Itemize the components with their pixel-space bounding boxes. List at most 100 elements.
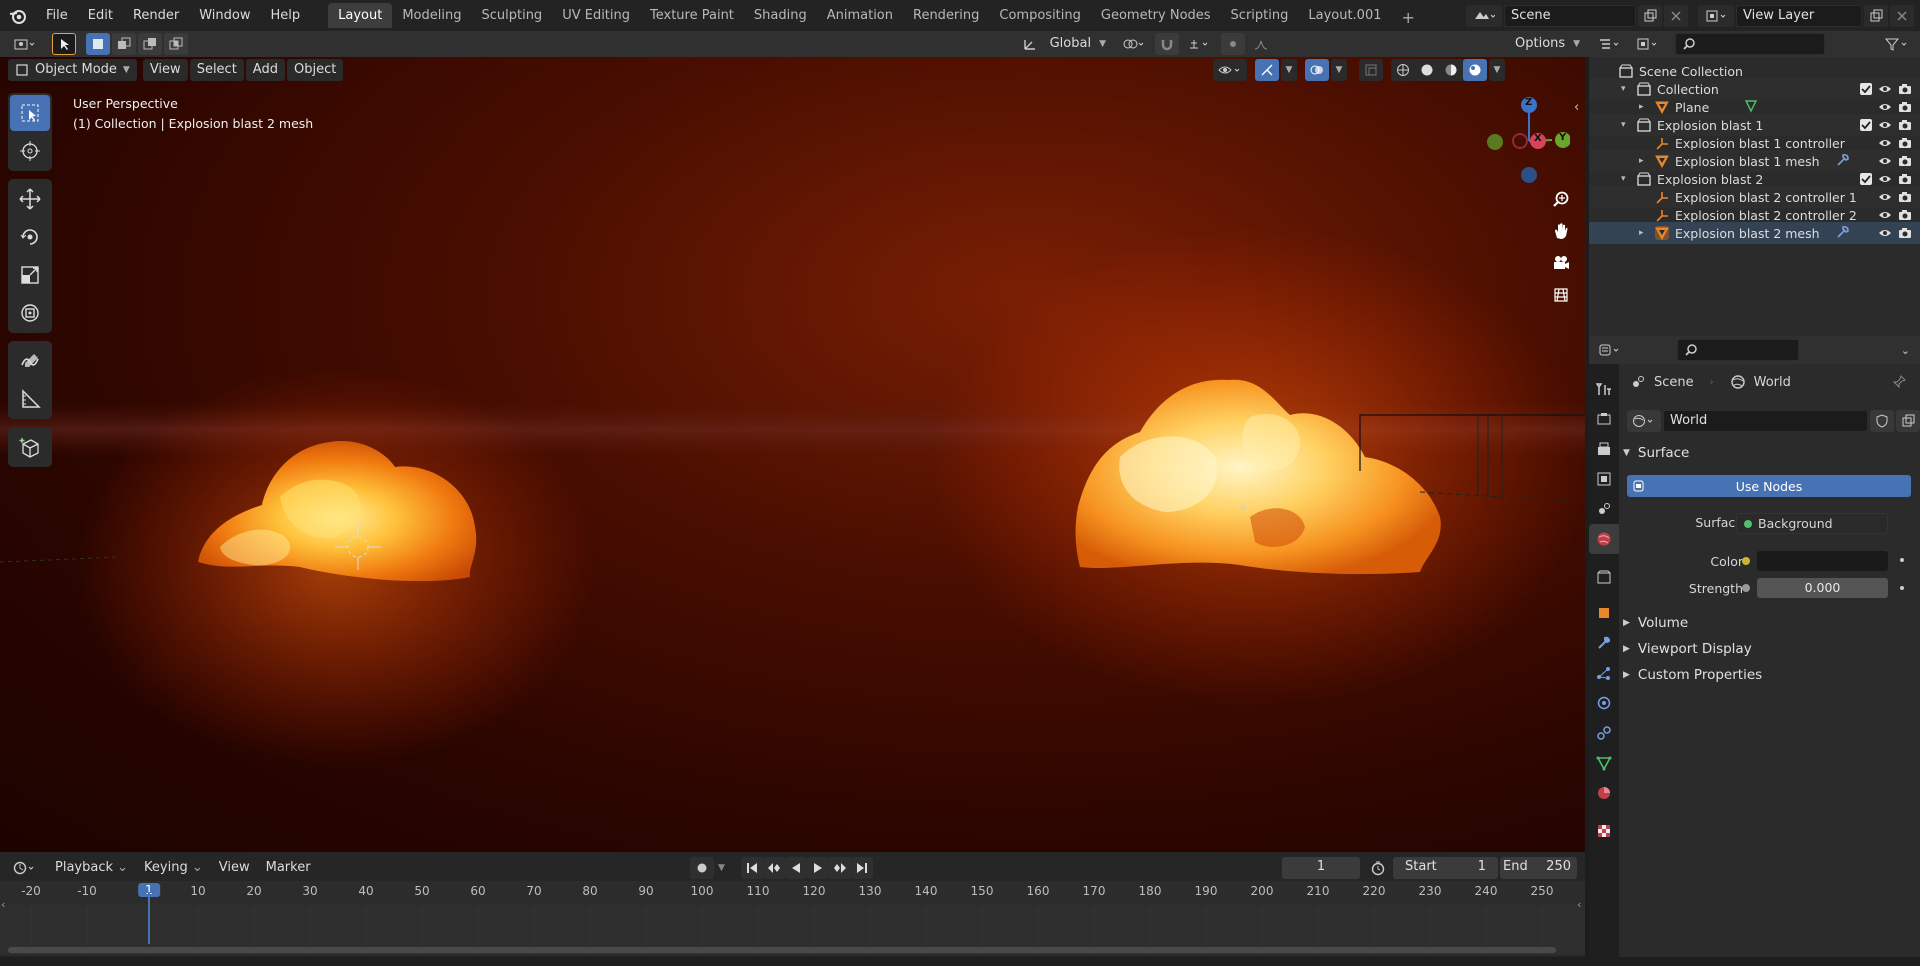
camera-render-icon[interactable]: [1898, 83, 1912, 95]
view-layer-duplicate-icon[interactable]: [1864, 4, 1888, 27]
add-cube-tool-icon[interactable]: [10, 429, 50, 465]
color-keyframe-dot-icon[interactable]: [1900, 558, 1904, 562]
eye-icon[interactable]: [1878, 101, 1892, 113]
jump-keyframe-forward-icon[interactable]: [829, 857, 851, 879]
workspace-tab-rendering[interactable]: Rendering: [903, 3, 989, 28]
pin-icon[interactable]: [1891, 374, 1907, 390]
shading-dropdown-icon[interactable]: ▼: [1489, 59, 1505, 81]
color-swatch[interactable]: [1757, 551, 1888, 571]
scene-delete-icon[interactable]: [1664, 4, 1688, 27]
editor-type-icon[interactable]: [8, 33, 42, 55]
camera-render-icon[interactable]: [1898, 137, 1912, 149]
gizmo-dropdown-icon[interactable]: ▼: [1281, 59, 1297, 81]
select-intersect-icon[interactable]: [164, 33, 188, 55]
proportional-edit-icon[interactable]: [1221, 33, 1245, 55]
disclosure-triangle-icon[interactable]: ▸: [1639, 102, 1644, 112]
menu-render[interactable]: Render: [123, 0, 189, 31]
fake-user-shield-icon[interactable]: [1870, 410, 1894, 432]
properties-search-input[interactable]: [1677, 339, 1799, 361]
timeline-scrollbar[interactable]: [8, 947, 1556, 953]
workspace-tab-modeling[interactable]: Modeling: [392, 3, 471, 28]
world-browse-icon[interactable]: [1627, 410, 1661, 432]
scene-name-field[interactable]: Scene: [1504, 4, 1636, 27]
eye-icon[interactable]: [1878, 119, 1892, 131]
physics-tab-icon[interactable]: [1589, 688, 1619, 718]
modifier-tab-icon[interactable]: [1589, 628, 1619, 658]
start-frame-field[interactable]: Start 1: [1393, 857, 1498, 879]
panel-viewport-display[interactable]: ▶ Viewport Display: [1623, 636, 1762, 662]
timeline-right-arrow-icon[interactable]: ‹: [1577, 898, 1581, 911]
timeline-menu-view[interactable]: View: [212, 857, 257, 879]
record-keyframes-icon[interactable]: [690, 857, 714, 879]
proportional-falloff-icon[interactable]: [1249, 33, 1279, 55]
cursor-tool-icon[interactable]: [10, 133, 50, 169]
timeline-left-arrow-icon[interactable]: ‹: [1, 898, 5, 911]
ortho-grid-icon[interactable]: [1548, 282, 1574, 308]
shading-wireframe-icon[interactable]: [1391, 59, 1415, 81]
viewport-menu-object[interactable]: Object: [286, 59, 344, 81]
select-box-tool-icon[interactable]: [10, 95, 50, 131]
disclosure-triangle-icon[interactable]: ▾: [1621, 174, 1626, 184]
viewport-menu-add[interactable]: Add: [245, 59, 285, 81]
play-reverse-icon[interactable]: [785, 857, 807, 879]
eye-icon[interactable]: [1878, 173, 1892, 185]
workspace-tab-texture-paint[interactable]: Texture Paint: [640, 3, 744, 28]
camera-render-icon[interactable]: [1898, 155, 1912, 167]
output-tab-icon[interactable]: [1589, 434, 1619, 464]
strength-field[interactable]: 0.000: [1757, 578, 1888, 598]
camera-render-icon[interactable]: [1898, 227, 1912, 239]
checkbox-icon[interactable]: [1860, 83, 1872, 95]
outliner-search-input[interactable]: [1675, 33, 1825, 55]
timeline-menu-playback[interactable]: Playback ⌄: [48, 857, 135, 879]
camera-render-icon[interactable]: [1898, 119, 1912, 131]
constraints-tab-icon[interactable]: [1589, 718, 1619, 748]
scene-duplicate-icon[interactable]: [1638, 4, 1662, 27]
overlays-toggle-icon[interactable]: [1305, 59, 1329, 81]
timeline-menu-keying[interactable]: Keying ⌄: [137, 857, 210, 879]
strength-keyframe-dot-icon[interactable]: [1900, 586, 1904, 590]
shading-material-icon[interactable]: [1439, 59, 1463, 81]
display-mode-icon[interactable]: [1631, 33, 1665, 55]
chevron-down-icon[interactable]: ⌄: [1901, 344, 1910, 357]
modifier-wrench-icon[interactable]: [1836, 225, 1850, 239]
eye-icon[interactable]: [1878, 191, 1892, 203]
data-tab-icon[interactable]: [1589, 748, 1619, 778]
viewport-menu-view[interactable]: View: [142, 59, 188, 81]
collection-tab-icon[interactable]: [1589, 562, 1619, 592]
breadcrumb-world[interactable]: World: [1754, 375, 1791, 390]
timeline-menu-marker[interactable]: Marker: [259, 857, 318, 879]
play-icon[interactable]: [807, 857, 829, 879]
camera-render-icon[interactable]: [1898, 209, 1912, 221]
scene-browse-icon[interactable]: [1466, 4, 1502, 27]
menu-edit[interactable]: Edit: [78, 0, 123, 31]
transform-tool-icon[interactable]: [10, 295, 50, 331]
surface-panel-header[interactable]: ▼ Surface: [1623, 445, 1689, 461]
outliner-editor-type-icon[interactable]: [1593, 33, 1627, 55]
color-socket-icon[interactable]: [1742, 557, 1750, 565]
world-duplicate-icon[interactable]: [1896, 410, 1920, 432]
world-tab-icon[interactable]: [1589, 524, 1619, 554]
view-layer-browse-icon[interactable]: [1698, 4, 1734, 27]
workspace-tab-layout-001[interactable]: Layout.001: [1298, 3, 1391, 28]
checkbox-icon[interactable]: [1860, 173, 1872, 185]
panel-volume[interactable]: ▶ Volume: [1623, 610, 1762, 636]
properties-editor-type-icon[interactable]: [1593, 339, 1627, 361]
blender-logo-icon[interactable]: [0, 8, 36, 24]
add-workspace-button[interactable]: +: [1392, 5, 1425, 30]
options-dropdown[interactable]: Options ▼: [1508, 33, 1588, 55]
view-layer-delete-icon[interactable]: [1890, 4, 1914, 27]
3d-viewport[interactable]: [0, 57, 1585, 852]
rotate-tool-icon[interactable]: [10, 219, 50, 255]
viewport-menu-select[interactable]: Select: [189, 59, 244, 81]
workspace-tab-uv-editing[interactable]: UV Editing: [552, 3, 640, 28]
snap-target-icon[interactable]: [1183, 33, 1217, 55]
workspace-tab-layout[interactable]: Layout: [328, 3, 393, 28]
object-tab-icon[interactable]: [1589, 598, 1619, 628]
zoom-icon[interactable]: [1548, 186, 1574, 212]
scale-tool-icon[interactable]: [10, 257, 50, 293]
end-frame-field[interactable]: End 250: [1500, 857, 1577, 879]
jump-start-icon[interactable]: [741, 857, 763, 879]
snap-toggle-icon[interactable]: [1155, 33, 1179, 55]
navigation-gizmo[interactable]: Z X Y: [1480, 95, 1570, 190]
workspace-tab-shading[interactable]: Shading: [744, 3, 817, 28]
